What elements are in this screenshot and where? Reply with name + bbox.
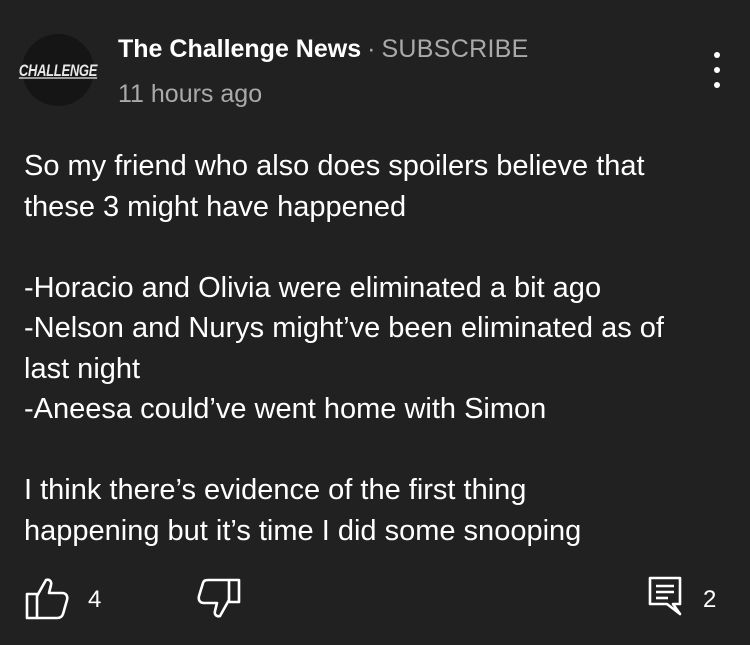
reply-button[interactable] bbox=[646, 574, 686, 618]
comment-line: last night bbox=[24, 352, 141, 385]
channel-name-link[interactable]: The Challenge News bbox=[118, 35, 361, 63]
thumbs-up-icon bbox=[25, 578, 69, 620]
header-separator: · bbox=[367, 35, 376, 63]
comment-header: The Challenge News · SUBSCRIBE bbox=[118, 32, 529, 66]
dislike-button[interactable] bbox=[196, 574, 242, 620]
comment-line: So my friend who also does spoilers beli… bbox=[24, 150, 645, 182]
more-vertical-icon-dot bbox=[714, 82, 720, 88]
thumbs-down-icon bbox=[197, 578, 241, 618]
subscribe-button[interactable]: SUBSCRIBE bbox=[381, 35, 528, 63]
comment-timestamp: 11 hours ago bbox=[118, 80, 263, 108]
more-options-button[interactable] bbox=[700, 48, 734, 92]
channel-avatar[interactable]: CHALLENGE bbox=[18, 34, 98, 106]
more-vertical-icon-dot bbox=[714, 52, 720, 58]
comment-line bbox=[24, 430, 724, 471]
comment-action-bar: 4 2 bbox=[0, 570, 750, 630]
comment-line: -Horacio and Olivia were eliminated a bi… bbox=[24, 271, 602, 304]
comment-line: -Nelson and Nurys might’ve been eliminat… bbox=[24, 312, 664, 344]
comment-line: these 3 might have happened bbox=[24, 190, 407, 223]
comment-icon bbox=[648, 576, 682, 616]
comment-line bbox=[24, 227, 724, 268]
like-count: 4 bbox=[88, 586, 102, 613]
comment-line: -Aneesa could’ve went home with Simon bbox=[24, 393, 547, 425]
avatar-logo-text: CHALLENGE bbox=[18, 60, 98, 80]
more-vertical-icon-dot bbox=[714, 67, 720, 73]
comment-text: So my friend who also does spoilers beli… bbox=[24, 146, 724, 551]
comment-line: I think there’s evidence of the first th… bbox=[24, 474, 527, 506]
reply-count: 2 bbox=[703, 586, 717, 613]
like-button[interactable] bbox=[24, 576, 70, 622]
comment-line: happening but it’s time I did some snoop… bbox=[24, 514, 582, 547]
